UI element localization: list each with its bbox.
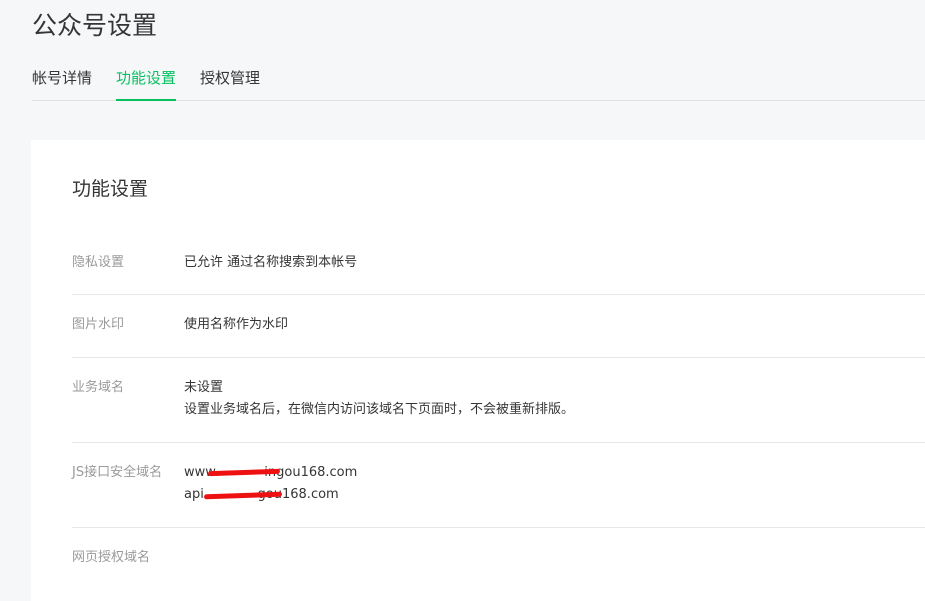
js-domain-line-1: www. ingou168.com — [184, 462, 905, 484]
setting-value-privacy: 已允许 通过名称搜索到本帐号 — [184, 252, 905, 274]
card-title: 功能设置 — [72, 178, 149, 200]
setting-label-js-domain: JS接口安全域名 — [72, 465, 163, 480]
tab-function-settings[interactable]: 功能设置 — [116, 66, 177, 101]
page-title: 公众号设置 — [32, 11, 158, 40]
tab-account-details[interactable]: 帐号详情 — [32, 66, 92, 100]
setting-row-watermark: 图片水印 使用名称作为水印 — [72, 314, 925, 358]
tab-authorization-management[interactable]: 授权管理 — [200, 66, 260, 100]
setting-row-web-auth-domain: 网页授权域名 — [72, 547, 925, 601]
business-domain-hint: 设置业务域名后，在微信内访问该域名下页面时，不会被重新排版。 — [184, 402, 575, 417]
business-domain-status: 未设置 — [184, 380, 224, 395]
setting-label-business-domain: 业务域名 — [72, 380, 125, 395]
setting-row-js-domain: JS接口安全域名 www. ingou168.com api. gou168.c… — [72, 462, 925, 528]
watermark-value-line: 使用名称作为水印 — [184, 317, 289, 332]
privacy-value-line: 已允许 通过名称搜索到本帐号 — [184, 255, 358, 270]
tab-bar: 帐号详情 功能设置 授权管理 — [32, 66, 925, 101]
setting-row-business-domain: 业务域名 未设置 设置业务域名后，在微信内访问该域名下页面时，不会被重新排版。 — [72, 377, 925, 443]
settings-card: 功能设置 隐私设置 已允许 通过名称搜索到本帐号 图片水印 使用名称作为水印 业… — [31, 140, 925, 601]
js-domain-line-2: api. gou168.com — [184, 484, 905, 506]
setting-value-watermark: 使用名称作为水印 — [184, 314, 905, 336]
setting-label-privacy: 隐私设置 — [72, 255, 125, 270]
setting-value-js-domain: www. ingou168.com api. gou168.com — [184, 462, 905, 506]
setting-label-web-auth-domain: 网页授权域名 — [72, 550, 151, 565]
setting-value-business-domain: 未设置 设置业务域名后，在微信内访问该域名下页面时，不会被重新排版。 — [184, 377, 905, 421]
setting-label-watermark: 图片水印 — [72, 317, 125, 332]
setting-row-privacy: 隐私设置 已允许 通过名称搜索到本帐号 — [72, 252, 925, 295]
